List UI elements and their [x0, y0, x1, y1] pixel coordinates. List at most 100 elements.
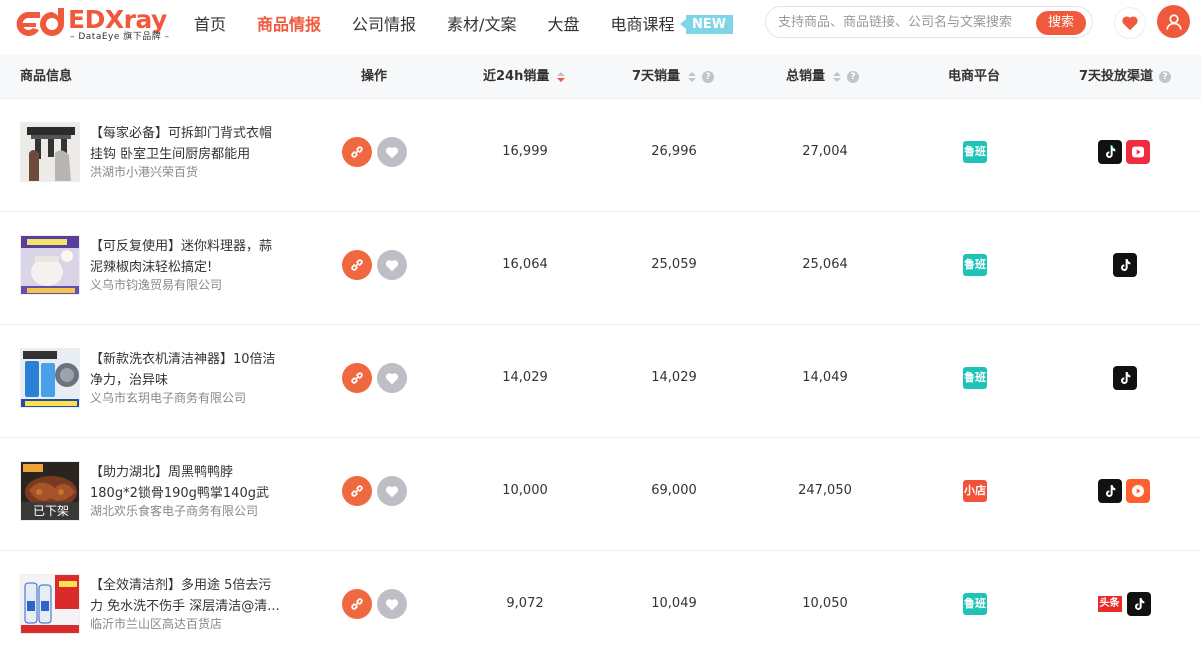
table-row: 【新款洗衣机清洁神器】10倍洁净力，治异味 义乌市玄玥电子商务有限公司 14,0… — [0, 325, 1201, 438]
main-menu: 首页 商品情报 公司情报 素材/文案 大盘 电商课程 — [194, 0, 705, 50]
header-platform: 电商平台 — [948, 69, 1001, 84]
sales-24h: 16,999 — [502, 144, 548, 159]
channel-list — [1113, 366, 1137, 390]
product-thumbnail[interactable] — [20, 122, 80, 182]
help-icon[interactable]: ? — [847, 71, 860, 83]
link-button[interactable] — [342, 137, 372, 167]
sort-icon[interactable] — [833, 72, 842, 82]
brand-name: EDXray — [68, 4, 167, 34]
product-title[interactable]: 【助力湖北】周黑鸭鸭脖180g*2锁骨190g鸭掌140g武汉特产 ... — [90, 462, 280, 504]
menu-item-courses[interactable]: 电商课程 — [610, 0, 674, 50]
favorite-button[interactable] — [377, 250, 407, 280]
favorites-button[interactable] — [1114, 7, 1146, 39]
heart-icon — [385, 485, 399, 497]
sort-icon[interactable] — [557, 72, 566, 82]
favorite-button[interactable] — [377, 476, 407, 506]
favorite-button[interactable] — [377, 137, 407, 167]
shop-name[interactable]: 义乌市钧逸贸易有限公司 — [90, 276, 290, 293]
heart-icon — [385, 372, 399, 384]
douyin-icon — [1098, 479, 1122, 503]
product-thumbnail[interactable] — [20, 348, 80, 408]
sort-icon[interactable] — [688, 72, 697, 82]
link-button[interactable] — [342, 589, 372, 619]
sales-7d: 14,029 — [651, 370, 697, 385]
shop-name[interactable]: 义乌市玄玥电子商务有限公司 — [90, 389, 290, 406]
toutiao-icon: 头条 — [1096, 592, 1123, 616]
link-button[interactable] — [342, 250, 372, 280]
link-icon — [351, 372, 363, 384]
platform-badge: 鲁班 — [963, 141, 987, 163]
product-thumbnail[interactable] — [20, 235, 80, 295]
heart-icon — [385, 598, 399, 610]
favorite-button[interactable] — [377, 589, 407, 619]
sales-24h: 9,072 — [506, 596, 544, 611]
off-shelf-label: 已下架 — [21, 502, 79, 520]
header-sales-total[interactable]: 总销量 ? — [786, 55, 860, 99]
search-box: 搜索 — [765, 6, 1093, 38]
menu-item-product-intel[interactable]: 商品情报 — [257, 0, 321, 50]
shop-name[interactable]: 洪湖市小港兴荣百货 — [90, 163, 290, 180]
platform-badge: 鲁班 — [963, 254, 987, 276]
channel-list — [1098, 479, 1150, 503]
product-title[interactable]: 【可反复使用】迷你料理器，蒜泥辣椒肉沫轻松搞定! — [90, 236, 280, 278]
shop-name[interactable]: 湖北欢乐食客电子商务有限公司 — [90, 502, 290, 519]
table-body: 【每家必备】可拆卸门背式衣帽挂钩 卧室卫生间厨房都能用 洪湖市小港兴荣百货 16… — [0, 99, 1201, 660]
header-sales-7d-label: 7天销量 — [632, 69, 681, 84]
sales-total: 10,050 — [802, 596, 848, 611]
menu-item-company-intel[interactable]: 公司情报 — [352, 0, 416, 50]
sales-24h: 16,064 — [502, 257, 548, 272]
product-image-chopper — [21, 236, 79, 294]
brand-subtitle: – DataEye 旗下品牌 – — [70, 31, 170, 42]
sales-7d: 69,000 — [651, 483, 697, 498]
header-channels: 7天投放渠道 ? — [1079, 55, 1172, 99]
header-sales-7d[interactable]: 7天销量 ? — [632, 55, 715, 99]
sales-7d: 10,049 — [651, 596, 697, 611]
menu-item-home[interactable]: 首页 — [194, 0, 226, 50]
sales-7d: 25,059 — [651, 257, 697, 272]
logo[interactable]: EDXray – DataEye 旗下品牌 – — [12, 4, 172, 44]
product-thumbnail[interactable]: 已下架 — [20, 461, 80, 521]
favorite-button[interactable] — [377, 363, 407, 393]
help-icon[interactable]: ? — [1159, 71, 1172, 83]
link-button[interactable] — [342, 363, 372, 393]
sales-7d: 26,996 — [651, 144, 697, 159]
logo-mark-icon — [16, 8, 64, 36]
channel-list — [1098, 140, 1150, 164]
menu-item-market[interactable]: 大盘 — [547, 0, 579, 50]
product-image-cleaner — [21, 349, 79, 407]
menu-item-materials[interactable]: 素材/文案 — [447, 0, 516, 50]
shop-name[interactable]: 临沂市兰山区高达百货店 — [90, 615, 290, 632]
header-product: 商品信息 — [20, 69, 73, 84]
search-button[interactable]: 搜索 — [1036, 11, 1086, 35]
table-row: 【可反复使用】迷你料理器，蒜泥辣椒肉沫轻松搞定! 义乌市钧逸贸易有限公司 16,… — [0, 212, 1201, 325]
header-sales-24h-label: 近24h销量 — [483, 69, 550, 84]
product-thumbnail[interactable] — [20, 574, 80, 634]
product-title[interactable]: 【每家必备】可拆卸门背式衣帽挂钩 卧室卫生间厨房都能用 — [90, 123, 280, 165]
table-row: 【每家必备】可拆卸门背式衣帽挂钩 卧室卫生间厨房都能用 洪湖市小港兴荣百货 16… — [0, 99, 1201, 212]
header-channels-label: 7天投放渠道 — [1079, 69, 1154, 84]
link-button[interactable] — [342, 476, 372, 506]
header-sales-24h[interactable]: 近24h销量 — [483, 55, 566, 99]
user-avatar[interactable] — [1157, 5, 1190, 38]
table-row: 【全效清洁剂】多用途 5倍去污力 免水洗不伤手 深层清洁@清... 临沂市兰山区… — [0, 551, 1201, 660]
product-title[interactable]: 【新款洗衣机清洁神器】10倍洁净力，治异味 — [90, 349, 280, 391]
new-badge: NEW — [679, 15, 734, 34]
product-image-detergent — [21, 575, 79, 633]
sales-total: 25,064 — [802, 257, 848, 272]
douyin-icon — [1127, 592, 1151, 616]
douyin-icon — [1098, 140, 1122, 164]
sales-total: 247,050 — [798, 483, 852, 498]
platform-badge: 鲁班 — [963, 367, 987, 389]
douyin-icon — [1113, 253, 1137, 277]
link-icon — [351, 146, 363, 158]
table-header: 商品信息 操作 近24h销量 7天销量 ? 总销量 ? 电商平台 7天投放渠道 … — [0, 55, 1201, 99]
platform-badge: 小店 — [963, 480, 987, 502]
platform-badge: 鲁班 — [963, 593, 987, 615]
help-icon[interactable]: ? — [702, 71, 715, 83]
search-input[interactable] — [778, 14, 1028, 30]
heart-icon — [385, 146, 399, 158]
sales-total: 14,049 — [802, 370, 848, 385]
heart-icon — [1122, 16, 1138, 31]
channel-list: 头条 — [1096, 592, 1151, 616]
product-title[interactable]: 【全效清洁剂】多用途 5倍去污力 免水洗不伤手 深层清洁@清... — [90, 575, 280, 617]
